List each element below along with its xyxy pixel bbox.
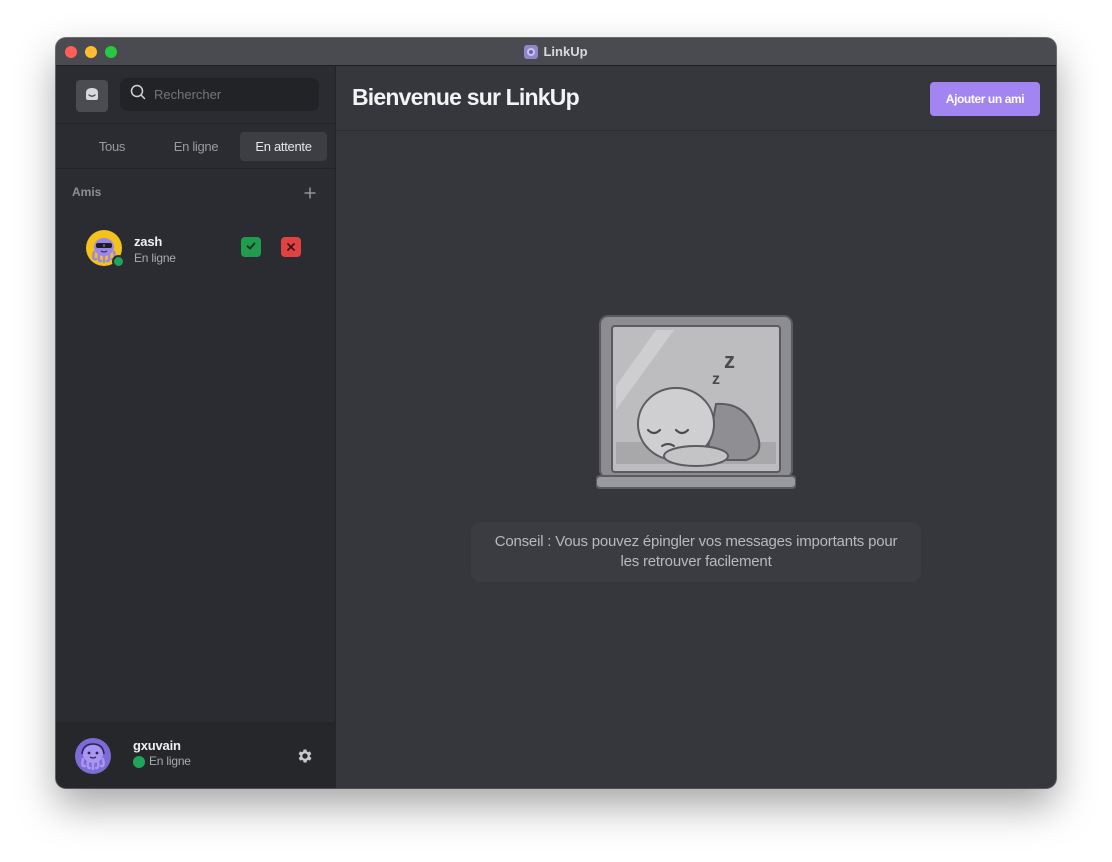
accept-request-button[interactable] <box>241 237 261 257</box>
check-icon <box>246 238 256 256</box>
sidebar: Tous En ligne En attente Amis <box>56 66 336 788</box>
tab-all[interactable]: Tous <box>70 132 154 161</box>
close-window-button[interactable] <box>65 46 77 58</box>
svg-text:z: z <box>724 348 735 373</box>
user-avatar[interactable] <box>75 738 111 774</box>
add-friend-button[interactable]: Ajouter un ami <box>930 82 1040 116</box>
tip-card: Conseil : Vous pouvez épingler vos messa… <box>471 522 921 582</box>
sleeping-laptop-illustration: z z <box>595 314 797 490</box>
tab-pending[interactable]: En attente <box>240 132 327 161</box>
tab-online[interactable]: En ligne <box>154 132 238 161</box>
close-icon <box>287 238 295 256</box>
gear-icon[interactable] <box>296 747 314 765</box>
main-panel: Bienvenue sur LinkUp Ajouter un ami z z … <box>336 66 1056 788</box>
friends-section-title: Amis <box>72 185 102 199</box>
friend-avatar <box>86 230 125 268</box>
user-online-dot <box>133 756 145 768</box>
online-status-dot <box>112 255 125 268</box>
pending-friend-row[interactable]: zash En ligne <box>76 224 316 274</box>
user-octopus-avatar-icon <box>75 738 111 774</box>
current-user-panel: gxuvain En ligne <box>56 722 336 788</box>
window-title-group: LinkUp <box>524 44 588 59</box>
zoom-window-button[interactable] <box>105 46 117 58</box>
friends-section-header: Amis <box>56 169 335 209</box>
decline-request-button[interactable] <box>281 237 301 257</box>
window-title: LinkUp <box>543 44 588 59</box>
user-name: gxuvain <box>133 738 181 753</box>
svg-text:z: z <box>712 371 720 388</box>
home-icon <box>83 85 101 108</box>
friend-status: En ligne <box>134 251 176 265</box>
app-window: LinkUp Tous En ligne E <box>56 38 1056 788</box>
search-input[interactable] <box>154 87 304 102</box>
friends-tabs: Tous En ligne En attente <box>56 124 335 169</box>
title-bar[interactable]: LinkUp <box>56 38 1056 66</box>
sidebar-header <box>56 66 335 124</box>
main-header: Bienvenue sur LinkUp Ajouter un ami <box>336 66 1056 131</box>
friend-name: zash <box>134 234 163 249</box>
page-title: Bienvenue sur LinkUp <box>352 84 580 110</box>
minimize-window-button[interactable] <box>85 46 97 58</box>
home-button[interactable] <box>76 80 108 112</box>
search-icon <box>130 84 146 105</box>
add-icon[interactable] <box>302 185 318 201</box>
search-box[interactable] <box>120 78 319 111</box>
sleeping-character-icon: z z <box>595 315 797 489</box>
window-controls <box>65 46 117 58</box>
user-status: En ligne <box>149 754 191 768</box>
app-logo-icon <box>524 44 539 59</box>
